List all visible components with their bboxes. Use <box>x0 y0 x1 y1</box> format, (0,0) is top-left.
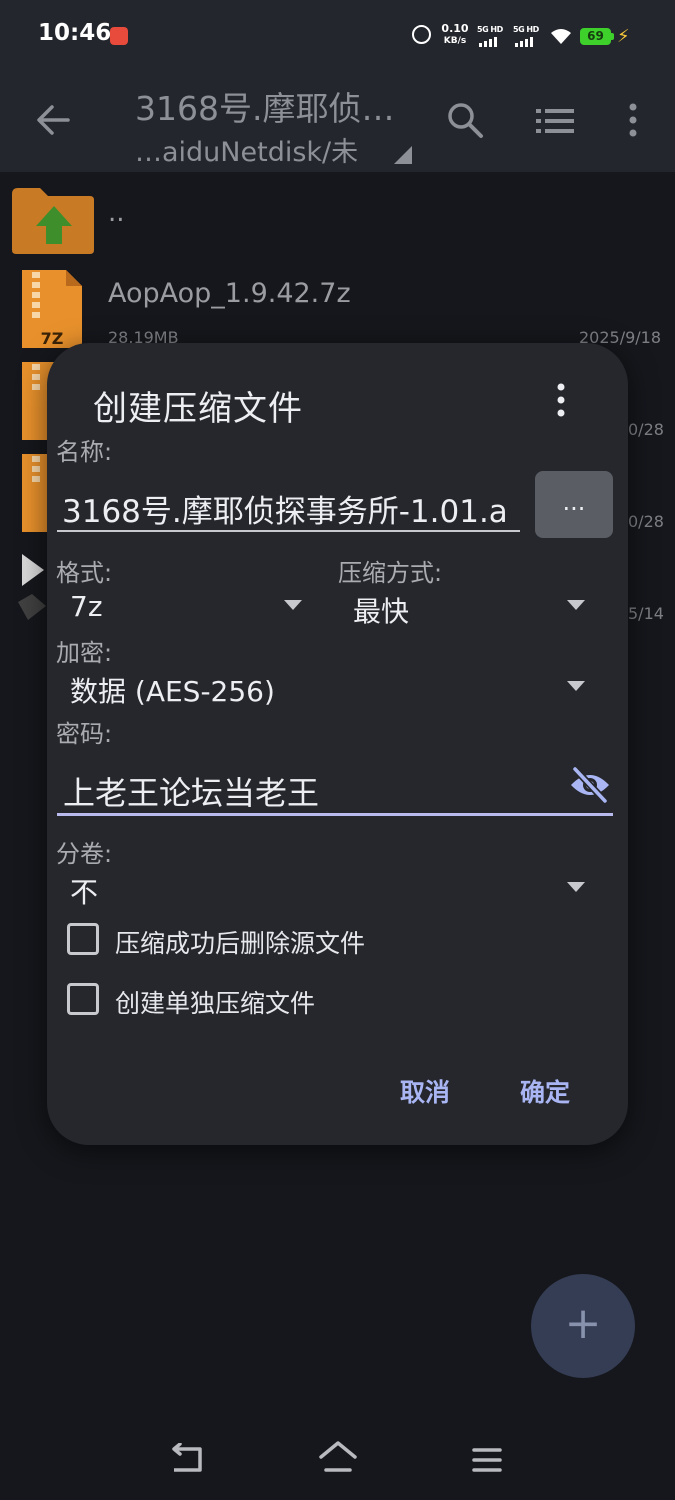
notification-app-icon <box>110 27 128 45</box>
battery-indicator: 69 <box>580 28 611 45</box>
parent-dir-label: .. <box>108 198 125 228</box>
alarm-icon <box>412 25 431 44</box>
delete-source-checkbox[interactable] <box>67 923 99 955</box>
encrypt-dropdown-icon[interactable] <box>567 681 585 691</box>
signal-sim1-icon: 5G HD <box>477 25 503 47</box>
name-label: 名称: <box>56 438 113 466</box>
archive-7z-icon: 7Z <box>22 270 82 348</box>
format-label: 格式: <box>56 559 113 587</box>
dialog-more-vert-icon[interactable] <box>552 382 570 418</box>
file-date: 5/14 <box>628 604 664 623</box>
charging-bolt-icon: ⚡ <box>617 26 630 47</box>
ok-button[interactable]: 确定 <box>520 1073 570 1109</box>
back-arrow-icon[interactable] <box>34 100 72 140</box>
battery-tip <box>611 33 614 40</box>
add-fab-button[interactable]: + <box>531 1274 635 1378</box>
cancel-button[interactable]: 取消 <box>400 1073 450 1109</box>
sim2-tag: 5G HD <box>513 25 539 34</box>
view-list-icon[interactable] <box>534 104 576 138</box>
more-vert-icon[interactable] <box>624 102 642 138</box>
password-input[interactable]: 上老王论坛当老王 <box>57 760 613 816</box>
method-dropdown-icon[interactable] <box>567 600 585 610</box>
wifi-icon <box>551 29 571 44</box>
status-time: 10:46 <box>38 20 112 46</box>
separate-archive-label[interactable]: 创建单独压缩文件 <box>115 984 315 1020</box>
video-file-icon <box>18 554 46 620</box>
archive-icon-label: 7Z <box>41 329 64 348</box>
nav-recents-icon[interactable] <box>472 1446 502 1474</box>
dialog-title: 创建压缩文件 <box>93 389 303 429</box>
folder-path[interactable]: …aiduNetdisk/未 <box>135 130 385 169</box>
separate-archive-checkbox[interactable] <box>67 983 99 1015</box>
list-item-parent[interactable] <box>0 180 675 272</box>
encrypt-select[interactable]: 数据 (AES-256) <box>70 670 275 710</box>
encrypt-label: 加密: <box>56 639 113 667</box>
split-dropdown-icon[interactable] <box>567 882 585 892</box>
format-select[interactable]: 7z <box>70 590 103 623</box>
signal-sim2-icon: 5G HD <box>513 25 539 47</box>
browse-button[interactable]: ... <box>535 471 613 538</box>
split-select[interactable]: 不 <box>70 871 98 911</box>
format-dropdown-icon[interactable] <box>284 600 302 610</box>
folder-up-icon <box>12 188 94 254</box>
method-select[interactable]: 最快 <box>353 590 409 630</box>
file-date: 0/28 <box>628 420 664 439</box>
nav-back-icon[interactable] <box>168 1443 206 1475</box>
delete-source-label[interactable]: 压缩成功后删除源文件 <box>115 924 365 960</box>
archive-name-input[interactable]: 3168号.摩耶侦探事务所-1.01.a <box>57 476 520 532</box>
nav-home-icon[interactable] <box>318 1440 358 1476</box>
path-dropdown-icon[interactable] <box>394 146 412 164</box>
create-archive-dialog <box>47 343 628 1145</box>
network-speed-unit: KB/s <box>443 36 467 46</box>
sim1-tag: 5G HD <box>477 25 503 34</box>
method-label: 压缩方式: <box>338 559 443 587</box>
file-name: AopAop_1.9.42.7z <box>108 278 351 309</box>
search-icon[interactable] <box>446 100 484 140</box>
folder-title[interactable]: 3168号.摩耶侦… <box>135 82 425 130</box>
split-label: 分卷: <box>56 840 113 868</box>
file-date: 0/28 <box>628 512 664 531</box>
password-label: 密码: <box>56 720 113 748</box>
network-speed-value: 0.10 <box>441 22 469 35</box>
visibility-off-icon[interactable] <box>568 766 612 804</box>
network-speed: 0.10 KB/s <box>440 23 470 47</box>
